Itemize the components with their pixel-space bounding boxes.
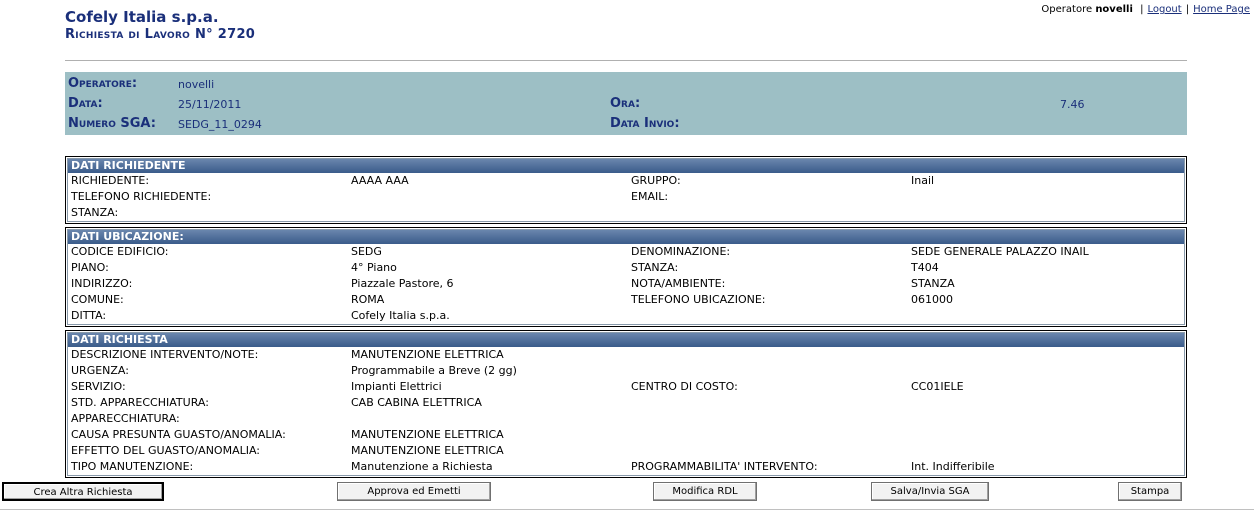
salva-invia-sga-button[interactable]: Salva/Invia SGA — [871, 482, 989, 501]
field-label: SERVIZIO: — [71, 380, 126, 393]
field-label: PROGRAMMABILITA' INTERVENTO: — [631, 460, 818, 473]
info-row: RICHIEDENTE: AAAA AAA GRUPPO: Inail — [68, 173, 1184, 189]
field-label: NOTA/AMBIENTE: — [631, 277, 726, 290]
info-row: SERVIZIO: Impianti Elettrici CENTRO DI COS… — [68, 379, 1184, 395]
field-label: PIANO: — [71, 261, 109, 274]
info-row: COMUNE: ROMA TELEFONO UBICAZIONE: 061000 — [68, 292, 1184, 308]
field-value: Cofely Italia s.p.a. — [351, 309, 450, 322]
header-divider — [65, 60, 1187, 61]
field-label: DENOMINAZIONE: — [631, 245, 731, 258]
home-page-link[interactable]: Home Page — [1193, 4, 1250, 15]
field-value: MANUTENZIONE ELETTRICA — [351, 428, 504, 441]
field-label: COMUNE: — [71, 293, 124, 306]
data-value: 25/11/2011 — [178, 98, 242, 111]
field-label: EFFETTO DEL GUASTO/ANOMALIA: — [71, 444, 261, 457]
field-value: AAAA AAA — [351, 174, 409, 187]
field-value: MANUTENZIONE ELETTRICA — [351, 348, 504, 361]
field-value: Inail — [911, 174, 935, 187]
field-label: STANZA: — [631, 261, 679, 274]
crea-altra-richiesta-button[interactable]: Crea Altra Richiesta — [2, 482, 164, 501]
field-value: STANZA — [911, 277, 955, 290]
field-value: CC01IELE — [911, 380, 964, 393]
data-invio-label: Data Invio: — [610, 116, 680, 131]
field-value: ROMA — [351, 293, 385, 306]
field-label: DESCRIZIONE INTERVENTO/NOTE: — [71, 348, 259, 361]
numero-sga-value: SEDG_11_0294 — [178, 118, 262, 131]
bottom-divider — [0, 509, 1254, 510]
summary-panel: Operatore: novelli Data: 25/11/2011 Ora:… — [65, 72, 1187, 135]
field-label: STANZA: — [71, 206, 119, 219]
ora-label: Ora: — [610, 96, 641, 111]
company-name: Cofely Italia s.p.a. — [65, 8, 219, 26]
field-value: 4° Piano — [351, 261, 397, 274]
field-label: TIPO MANUTENZIONE: — [71, 460, 194, 473]
info-row: URGENZA: Programmabile a Breve (2 gg) — [68, 363, 1184, 379]
field-label: TELEFONO UBICAZIONE: — [631, 293, 766, 306]
data-label: Data: — [68, 96, 103, 111]
field-value: Programmabile a Breve (2 gg) — [351, 364, 517, 377]
section-title: DATI RICHIESTA — [68, 333, 1184, 347]
field-value: Int. Indifferibile — [911, 460, 995, 473]
section-title: DATI RICHIEDENTE — [68, 159, 1184, 173]
field-value: 061000 — [911, 293, 953, 306]
section-dati-richiedente: DATI RICHIEDENTE RICHIEDENTE: AAAA AAA GRU… — [65, 156, 1187, 224]
field-label: CENTRO DI COSTO: — [631, 380, 738, 393]
field-value: CAB CABINA ELETTRICA — [351, 396, 482, 409]
field-label: RICHIEDENTE: — [71, 174, 150, 187]
modifica-rdl-button[interactable]: Modifica RDL — [653, 482, 757, 501]
field-label: CAUSA PRESUNTA GUASTO/ANOMALIA: — [71, 428, 286, 441]
info-row: STANZA: — [68, 205, 1184, 221]
field-value: SEDG — [351, 245, 382, 258]
field-label: APPARECCHIATURA: — [71, 412, 180, 425]
section-title: DATI UBICAZIONE: — [68, 230, 1184, 244]
operator-name: novelli — [1095, 4, 1133, 15]
field-label: INDIRIZZO: — [71, 277, 133, 290]
field-label: DITTA: — [71, 309, 107, 322]
field-value: Piazzale Pastore, 6 — [351, 277, 454, 290]
info-row: EFFETTO DEL GUASTO/ANOMALIA: MANUTENZIONE… — [68, 443, 1184, 459]
info-row: DESCRIZIONE INTERVENTO/NOTE: MANUTENZIONE… — [68, 347, 1184, 363]
field-label: GRUPPO: — [631, 174, 681, 187]
info-row: TELEFONO RICHIEDENTE: EMAIL: — [68, 189, 1184, 205]
info-row: TIPO MANUTENZIONE: Manutenzione a Richies… — [68, 459, 1184, 475]
operator-prefix: Operatore — [1041, 4, 1093, 15]
summary-row-numero: Numero SGA: SEDG_11_0294 Data Invio: — [65, 116, 1187, 136]
stampa-button[interactable]: Stampa — [1118, 482, 1182, 501]
info-row: APPARECCHIATURA: — [68, 411, 1184, 427]
info-row: STD. APPARECCHIATURA: CAB CABINA ELETTRIC… — [68, 395, 1184, 411]
info-row: CODICE EDIFICIO: SEDG DENOMINAZIONE: SEDE G… — [68, 244, 1184, 260]
section-dati-ubicazione: DATI UBICAZIONE: CODICE EDIFICIO: SEDG DEN… — [65, 227, 1187, 327]
field-label: STD. APPARECCHIATURA: — [71, 396, 209, 409]
summary-row-data: Data: 25/11/2011 Ora: 7.46 — [65, 96, 1187, 116]
field-label: URGENZA: — [71, 364, 129, 377]
numero-sga-label: Numero SGA: — [68, 116, 156, 131]
operatore-label: Operatore: — [68, 76, 138, 91]
field-value: MANUTENZIONE ELETTRICA — [351, 444, 504, 457]
info-row: CAUSA PRESUNTA GUASTO/ANOMALIA: MANUTENZI… — [68, 427, 1184, 443]
field-label: EMAIL: — [631, 190, 669, 203]
field-value: Manutenzione a Richiesta — [351, 460, 493, 473]
logout-link[interactable]: Logout — [1147, 4, 1181, 15]
summary-row-operatore: Operatore: novelli — [65, 76, 1187, 96]
field-value: SEDE GENERALE PALAZZO INAIL — [911, 245, 1089, 258]
field-value: T404 — [911, 261, 939, 274]
info-row: DITTA: Cofely Italia s.p.a. — [68, 308, 1184, 324]
field-value: Impianti Elettrici — [351, 380, 442, 393]
operatore-value: novelli — [178, 78, 215, 91]
info-row: PIANO: 4° Piano STANZA: T404 — [68, 260, 1184, 276]
top-links: Operatore novelli | Logout | Home Page — [1041, 4, 1250, 15]
page-title: Richiesta di Lavoro N° 2720 — [65, 27, 256, 42]
approva-ed-emetti-button[interactable]: Approva ed Emetti — [337, 482, 491, 501]
field-label: TELEFONO RICHIEDENTE: — [71, 190, 212, 203]
field-label: CODICE EDIFICIO: — [71, 245, 169, 258]
ora-value: 7.46 — [1060, 98, 1085, 111]
info-row: INDIRIZZO: Piazzale Pastore, 6 NOTA/AMBIEN… — [68, 276, 1184, 292]
section-dati-richiesta: DATI RICHIESTA DESCRIZIONE INTERVENTO/NO… — [65, 330, 1187, 478]
